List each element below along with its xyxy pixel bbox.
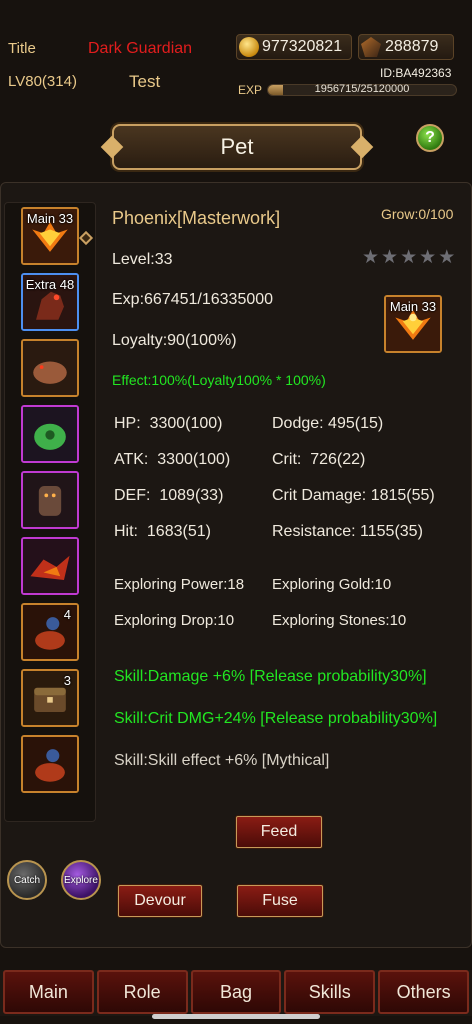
star-icon: ★	[381, 247, 399, 268]
pet-effect: Effect:100%(Loyalty100% * 100%)	[112, 372, 326, 388]
stat-hp: HP: 3300(100)	[114, 415, 223, 433]
star-icon: ★	[438, 247, 456, 268]
stat-dodge-label: Dodge:	[272, 415, 324, 432]
player-level: LV80(314)	[8, 73, 77, 90]
nav-bag[interactable]: Bag	[190, 970, 282, 1014]
nav-role[interactable]: Role	[96, 970, 188, 1014]
exploring-stones: Exploring Stones:10	[272, 612, 407, 629]
skill-1: Skill:Damage +6% [Release probability30%…	[114, 668, 427, 685]
stat-crit-value: 726(22)	[310, 451, 366, 468]
pet-portrait: Main 33	[384, 295, 442, 353]
dragon-icon	[23, 539, 77, 593]
golem-icon	[23, 473, 77, 527]
explore-button[interactable]: Explore	[61, 860, 101, 900]
stat-atk-label: ATK:	[114, 451, 149, 468]
pet-slot-count: 3	[63, 673, 71, 688]
stat-hit-value: 1683(51)	[146, 523, 211, 540]
page-title: Pet	[220, 134, 254, 159]
pet-list[interactable]: Main 33 Extra 48 4 3	[4, 202, 96, 822]
fuse-button[interactable]: Fuse	[237, 885, 323, 917]
skill-3: Skill:Skill effect +6% [Mythical]	[114, 752, 330, 769]
pet-loyalty: Loyalty:90(100%)	[112, 332, 237, 349]
portrait-label: Main 33	[389, 299, 437, 314]
pet-name: Phoenix[Masterwork]	[112, 208, 281, 228]
feed-button[interactable]: Feed	[236, 816, 322, 848]
gold-coin-icon	[239, 37, 259, 57]
stat-hp-value: 3300(100)	[149, 415, 223, 432]
exploring-drop: Exploring Drop:10	[114, 612, 235, 629]
star-rating: ★ ★ ★ ★ ★	[362, 246, 455, 269]
exploring-power: Exploring Power:18	[114, 576, 245, 593]
gold-amount: 977320821	[262, 38, 343, 55]
nav-main[interactable]: Main	[3, 970, 94, 1014]
pet-grow: Grow:0/100	[381, 206, 454, 222]
stat-dodge-value: 495(15)	[328, 415, 384, 432]
gold-display: 977320821	[236, 34, 352, 60]
stat-crit-damage-label: Crit Damage:	[272, 487, 367, 504]
devour-button[interactable]: Devour	[118, 885, 202, 917]
help-button[interactable]: ?	[416, 124, 444, 152]
pet-slot[interactable]: 4	[21, 603, 79, 661]
stone-icon	[361, 37, 381, 57]
rider-icon	[23, 737, 77, 791]
pet-exp: Exp:667451/16335000	[112, 291, 274, 308]
stat-def-label: DEF:	[114, 487, 151, 504]
player-id: ID:BA492363	[380, 66, 452, 80]
stat-hit-label: Hit:	[114, 523, 138, 540]
slime-icon	[23, 407, 77, 461]
pet-slot[interactable]	[21, 339, 79, 397]
exp-text: 1956715/25120000	[314, 83, 410, 95]
pet-slot[interactable]	[21, 537, 79, 595]
title-label: Title	[8, 40, 36, 57]
selected-marker	[78, 230, 94, 246]
catch-button[interactable]: Catch	[7, 860, 47, 900]
player-name: Test	[129, 72, 161, 91]
pet-slot[interactable]: Extra 48	[21, 273, 79, 331]
stat-dodge: Dodge: 495(15)	[272, 415, 383, 433]
stat-atk-value: 3300(100)	[157, 451, 231, 468]
pet-slot[interactable]	[21, 471, 79, 529]
nav-others[interactable]: Others	[378, 970, 469, 1014]
stat-resistance-label: Resistance:	[272, 523, 356, 540]
stone-display: 288879	[358, 34, 454, 60]
stat-hit: Hit: 1683(51)	[114, 523, 211, 541]
title-value: Dark Guardian	[88, 40, 193, 57]
stone-amount: 288879	[385, 38, 439, 55]
pet-slot[interactable]	[21, 405, 79, 463]
pet-slot[interactable]	[21, 735, 79, 793]
star-icon: ★	[400, 247, 418, 268]
stat-resistance: Resistance: 1155(35)	[272, 523, 423, 541]
stat-crit-label: Crit:	[272, 451, 302, 468]
stat-crit-damage: Crit Damage: 1815(55)	[272, 487, 435, 505]
nav-skills[interactable]: Skills	[284, 970, 376, 1014]
pet-slot-label: Main 33	[26, 211, 74, 226]
pet-slot[interactable]: Main 33	[21, 207, 79, 265]
bottom-nav: Main Role Bag Skills Others	[0, 970, 472, 1016]
exp-label: EXP	[238, 83, 263, 97]
star-icon: ★	[362, 247, 380, 268]
exploring-gold: Exploring Gold:10	[272, 576, 392, 593]
star-icon: ★	[419, 247, 437, 268]
stat-def: DEF: 1089(33)	[114, 487, 223, 505]
stat-resistance-value: 1155(35)	[360, 523, 423, 540]
pet-banner: Pet	[112, 124, 362, 170]
pet-level: Level:33	[112, 251, 173, 268]
stat-hp-label: HP:	[114, 415, 141, 432]
stat-atk: ATK: 3300(100)	[114, 451, 230, 469]
pet-slot-label: Extra 48	[25, 277, 75, 292]
stat-def-value: 1089(33)	[159, 487, 224, 504]
pet-slot-count: 4	[63, 607, 71, 622]
beast-icon	[23, 341, 77, 395]
stat-crit: Crit: 726(22)	[272, 451, 365, 469]
stat-crit-damage-value: 1815(55)	[370, 487, 435, 504]
skill-2: Skill:Crit DMG+24% [Release probability3…	[114, 710, 438, 727]
home-indicator	[152, 1014, 320, 1019]
pet-slot[interactable]: 3	[21, 669, 79, 727]
